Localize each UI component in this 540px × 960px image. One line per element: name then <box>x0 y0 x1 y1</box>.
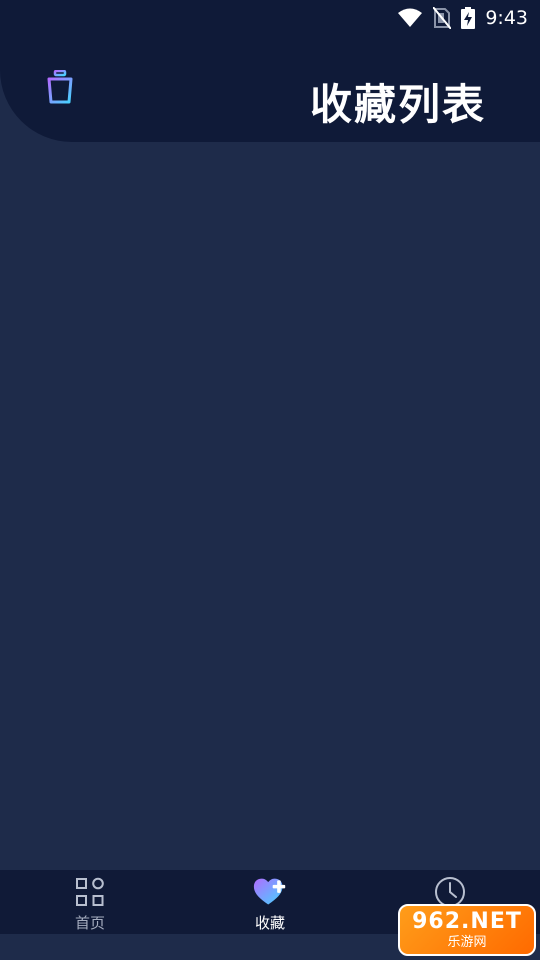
heart-plus-icon <box>253 875 287 909</box>
watermark-sub: 乐游网 <box>447 935 487 950</box>
favorites-list <box>0 142 540 870</box>
watermark-main: 962.NET <box>412 909 522 934</box>
site-watermark: 962.NET 乐游网 <box>398 904 536 956</box>
wifi-icon <box>397 8 423 28</box>
status-bar: 9:43 <box>0 0 540 36</box>
battery-charging-icon <box>461 7 476 29</box>
grid-icon <box>73 875 107 909</box>
trash-icon <box>44 69 76 108</box>
no-sim-icon <box>433 7 452 29</box>
page-title: 收藏列表 <box>309 80 486 129</box>
clear-favorites-button[interactable] <box>42 69 78 108</box>
tab-favorites[interactable]: 收藏 <box>180 870 360 934</box>
status-time: 9:43 <box>485 7 528 29</box>
tab-home-label: 首页 <box>74 914 105 932</box>
tab-home[interactable]: 首页 <box>0 870 180 934</box>
favorites-screen: 9:43 收藏列表 首页 收藏 962.NET 乐游网 <box>0 0 540 960</box>
tab-favorites-label: 收藏 <box>254 914 285 932</box>
